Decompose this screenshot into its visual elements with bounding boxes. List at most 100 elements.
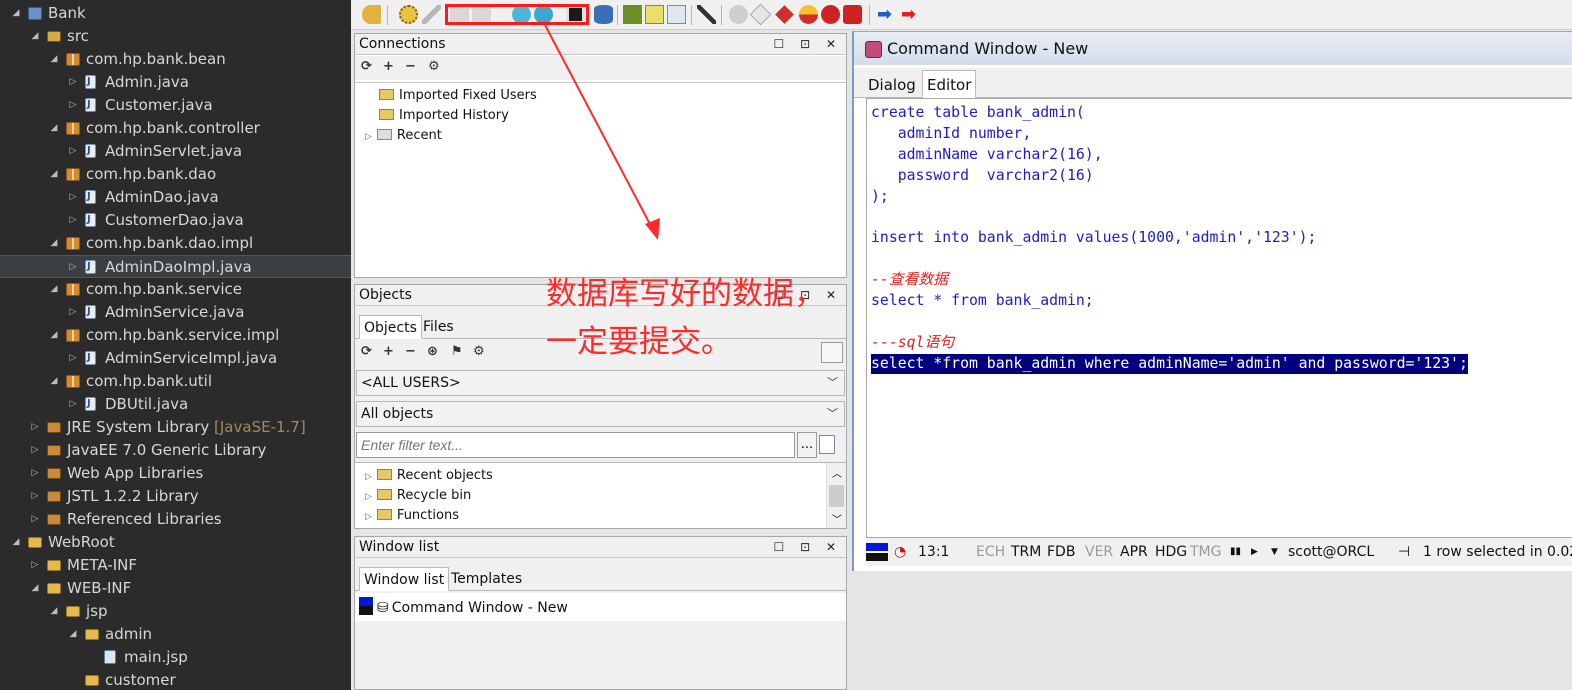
scroll-thumb[interactable]	[829, 485, 844, 507]
tree-item[interactable]: ◢ com.hp.bank.service.impl	[0, 324, 351, 347]
expand-arrow-icon[interactable]: ▷	[30, 416, 40, 439]
expand-arrow-icon[interactable]: ▷	[68, 71, 78, 94]
tab-templates[interactable]: Templates	[447, 567, 526, 591]
collapse-arrow-icon[interactable]: ◢	[68, 623, 78, 646]
objects-item[interactable]: ▷ Functions	[365, 506, 459, 526]
collapse-arrow-icon[interactable]: ◢	[49, 278, 59, 301]
scroll-down-icon[interactable]: ﹀	[832, 511, 842, 526]
add-icon[interactable]: +	[383, 59, 394, 74]
arrow-right-red-icon[interactable]: ➡	[901, 5, 920, 24]
tab-dialog[interactable]: Dialog	[864, 72, 920, 98]
collapse-arrow-icon[interactable]: ◢	[49, 163, 59, 186]
collapse-arrow-icon[interactable]: ◢	[30, 577, 40, 600]
collapse-arrow-icon[interactable]: ◢	[49, 48, 59, 71]
gear-icon[interactable]	[399, 5, 418, 24]
filter-ellipsis-button[interactable]: ...	[797, 432, 817, 458]
filter-input[interactable]	[356, 432, 795, 458]
database-icon[interactable]	[594, 5, 613, 24]
pause-icon[interactable]: ▮▮	[1230, 538, 1241, 566]
play-icon[interactable]: ▶	[1251, 538, 1258, 566]
expand-arrow-icon[interactable]: ▷	[68, 256, 78, 279]
tree-item[interactable]: customer	[0, 669, 351, 690]
window-list-item[interactable]: ⛁ Command Window - New	[359, 597, 568, 617]
objects-item[interactable]: ▷ Recycle bin	[365, 486, 471, 506]
tree-item[interactable]: ◢ com.hp.bank.dao.impl	[0, 232, 351, 255]
tree-item[interactable]: ◢ com.hp.bank.service	[0, 278, 351, 301]
collapse-arrow-icon[interactable]: ◢	[11, 2, 21, 25]
tree-item[interactable]: ◢ jsp	[0, 600, 351, 623]
pen-icon[interactable]	[422, 5, 441, 24]
properties-icon[interactable]: ⚙	[428, 59, 440, 74]
expand-arrow-icon[interactable]: ▷	[68, 393, 78, 416]
tree-item[interactable]: ◢ WEB-INF	[0, 577, 351, 600]
preview-box[interactable]	[821, 342, 843, 363]
wrench-icon[interactable]	[697, 5, 716, 24]
connections-item[interactable]: ▷ Recent	[365, 126, 442, 146]
panel-window-buttons[interactable]: ☐ ⊡ ✕	[774, 537, 843, 558]
red-gem-icon[interactable]	[775, 5, 794, 24]
tree-item[interactable]: ▷ Customer.java	[0, 93, 351, 117]
tab-window-list[interactable]: Window list	[359, 567, 450, 591]
scroll-up-icon[interactable]: ︿	[832, 465, 842, 480]
notes-icon[interactable]	[645, 5, 664, 24]
tree-item[interactable]: ▷ AdminDao.java	[0, 185, 351, 209]
expand-arrow-icon[interactable]: ▷	[30, 439, 40, 462]
tree-item[interactable]: ◢ src	[0, 25, 351, 48]
tree-item[interactable]: ◢ com.hp.bank.dao	[0, 163, 351, 186]
debug-icon[interactable]	[729, 5, 748, 24]
arrow-right-blue-icon[interactable]: ➡	[877, 5, 896, 24]
objects-item[interactable]: ▷ Recent objects	[365, 466, 493, 486]
panel-window-buttons[interactable]: ☐ ⊡ ✕	[774, 34, 843, 55]
binoculars-icon[interactable]: ⊛	[427, 344, 438, 359]
red-yellow-icon[interactable]	[799, 5, 818, 24]
tree-item[interactable]: ▷ AdminServlet.java	[0, 139, 351, 163]
tree-item[interactable]: ◢ com.hp.bank.bean	[0, 48, 351, 71]
expand-arrow-icon[interactable]: ▷	[365, 512, 372, 522]
objects-scrollbar[interactable]: ︿ ﹀	[826, 463, 846, 528]
tree-item[interactable]: main.jsp	[0, 646, 351, 669]
tree-item[interactable]: ▷ AdminDaoImpl.java	[0, 255, 351, 278]
tree-item[interactable]: ▷ AdminService.java	[0, 300, 351, 324]
sql-editor[interactable]: create table bank_admin( adminId number,…	[866, 98, 1572, 538]
expand-arrow-icon[interactable]: ▷	[68, 186, 78, 209]
collapse-arrow-icon[interactable]: ◢	[49, 324, 59, 347]
collapse-arrow-icon[interactable]: ◢	[49, 600, 59, 623]
expand-arrow-icon[interactable]: ▷	[68, 301, 78, 324]
collapse-arrow-icon[interactable]: ◢	[30, 25, 40, 48]
expand-arrow-icon[interactable]: ▷	[68, 140, 78, 163]
tree-item[interactable]: ◢ admin	[0, 623, 351, 646]
refresh-icon[interactable]: ⟳	[361, 344, 372, 359]
tree-item[interactable]: ▷ Referenced Libraries	[0, 508, 351, 531]
connections-item[interactable]: Imported History	[379, 106, 509, 126]
document-icon[interactable]	[667, 5, 686, 24]
filter-icon[interactable]: ⚑	[451, 344, 463, 359]
find-objects-icon[interactable]	[623, 5, 642, 24]
tree-item[interactable]: ▷ Web App Libraries	[0, 462, 351, 485]
key-icon[interactable]	[362, 5, 381, 24]
collapse-arrow-icon[interactable]: ◢	[49, 232, 59, 255]
expand-arrow-icon[interactable]: ▷	[30, 508, 40, 531]
tab-editor[interactable]: Editor	[922, 70, 977, 98]
expand-arrow-icon[interactable]: ▷	[30, 462, 40, 485]
connections-item[interactable]: Imported Fixed Users	[379, 86, 537, 106]
dropdown-icon[interactable]: ▼	[1271, 538, 1278, 566]
expand-arrow-icon[interactable]: ▷	[68, 347, 78, 370]
expand-arrow-icon[interactable]: ▷	[30, 554, 40, 577]
user-select[interactable]: <ALL USERS> ﹀	[356, 370, 845, 396]
expand-arrow-icon[interactable]: ▷	[68, 209, 78, 232]
red-bookmark-icon[interactable]	[821, 5, 840, 24]
tree-item[interactable]: ▷ Admin.java	[0, 70, 351, 94]
red-check-icon[interactable]	[843, 5, 862, 24]
expand-arrow-icon[interactable]: ▷	[365, 492, 372, 502]
remove-icon[interactable]: −	[405, 59, 416, 74]
eraser-icon[interactable]	[749, 3, 772, 26]
expand-arrow-icon[interactable]: ▷	[68, 94, 78, 117]
expand-arrow-icon[interactable]: ▷	[365, 132, 372, 142]
tree-item[interactable]: ▷ JRE System Library [JavaSE-1.7]	[0, 416, 351, 439]
tree-item[interactable]: ◢ com.hp.bank.controller	[0, 117, 351, 140]
collapse-arrow-icon[interactable]: ◢	[11, 531, 21, 554]
object-type-select[interactable]: All objects ﹀	[356, 401, 845, 427]
tree-item[interactable]: ▷ JavaEE 7.0 Generic Library	[0, 439, 351, 462]
tree-item[interactable]: ▷ AdminServiceImpl.java	[0, 346, 351, 370]
tree-item[interactable]: ▷ META-INF	[0, 554, 351, 577]
